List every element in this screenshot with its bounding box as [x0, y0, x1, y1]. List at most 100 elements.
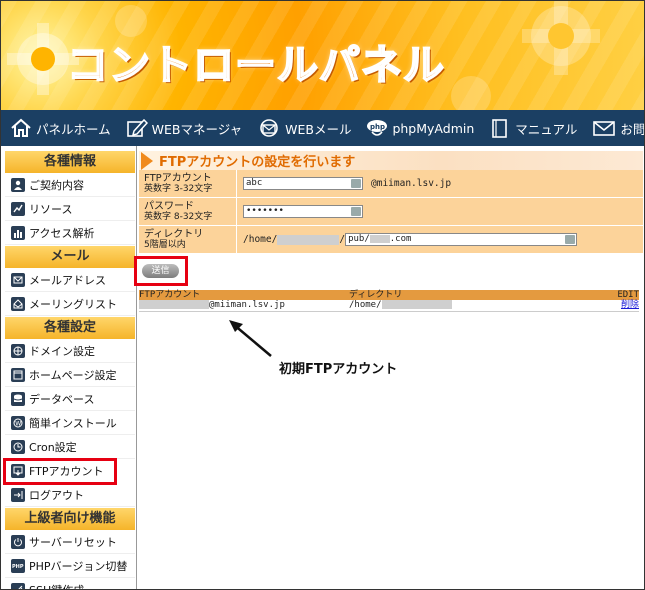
sidebar-item-label: PHPバージョン切替 — [29, 560, 128, 573]
row-account-suffix: @miiman.lsv.jp — [209, 300, 285, 310]
nav-contact[interactable]: お問い合わせ — [583, 110, 645, 146]
password-input[interactable]: ••••••• — [243, 205, 363, 218]
account-domain: @miiman.lsv.jp — [371, 178, 452, 189]
keyboard-icon — [565, 235, 576, 244]
nav-web-mail[interactable]: WEBメール — [248, 110, 357, 146]
sidebar-item-label: ホームページ設定 — [29, 369, 117, 382]
sidebar: 各種情報 ご契約内容 リソース アクセス解析 メール メールアドレス メーリング… — [3, 151, 135, 589]
sidebar-item-label: Cron設定 — [29, 441, 77, 454]
sidebar-item-server-reset[interactable]: サーバーリセット — [5, 531, 135, 554]
sidebar-item-label: FTPアカウント — [29, 465, 104, 478]
sidebar-item-resources[interactable]: リソース — [5, 198, 135, 221]
power-icon — [11, 535, 25, 549]
sidebar-item-label: 簡単インストール — [29, 417, 117, 430]
row-dir-prefix: /home/ — [349, 300, 382, 310]
php-icon: PHP — [11, 559, 25, 573]
redacted-username — [277, 234, 340, 245]
dir-hint: 5階層以内 — [144, 239, 186, 250]
key-icon — [11, 583, 25, 589]
sidebar-item-domain-settings[interactable]: ドメイン設定 — [5, 340, 135, 363]
nav-label: WEBメール — [285, 121, 352, 137]
clock-icon — [11, 440, 25, 454]
sidebar-item-label: リソース — [29, 203, 73, 216]
globe-icon — [11, 344, 25, 358]
logout-icon — [11, 488, 25, 502]
sidebar-item-label: サーバーリセット — [29, 536, 117, 549]
section-arrow-icon — [141, 151, 153, 170]
redacted-domain — [369, 234, 390, 243]
home-icon — [11, 118, 31, 137]
form-row-password: パスワード 英数字 8-32文字 ••••••• — [139, 198, 643, 226]
sidebar-item-mailing-list[interactable]: メーリングリスト — [5, 293, 135, 316]
header-account: FTPアカウント — [139, 290, 201, 300]
password-label: パスワード — [144, 200, 194, 212]
main-content: FTPアカウントの設定を行います FTPアカウント 英数字 3-32文字 abc … — [134, 151, 643, 312]
delete-link[interactable]: 削除 — [621, 300, 639, 310]
header-edit: EDIT — [617, 290, 639, 300]
nav-label: マニュアル — [515, 121, 578, 137]
dir-label: ディレクトリ — [144, 228, 204, 240]
sidebar-item-database[interactable]: データベース — [5, 388, 135, 411]
sidebar-item-contract[interactable]: ご契約内容 — [5, 174, 135, 197]
submit-highlight: 送信 — [134, 256, 188, 286]
nav-manual[interactable]: マニュアル — [480, 110, 583, 146]
sidebar-item-label: メーリングリスト — [29, 298, 117, 311]
keyboard-icon — [351, 207, 361, 216]
globe-mail-icon — [260, 119, 278, 137]
nav-label: パネルホーム — [36, 121, 111, 137]
sidebar-item-label: データベース — [29, 393, 95, 406]
database-icon — [11, 392, 25, 406]
envelope-icon — [11, 273, 25, 287]
banner: コントロールパネル — [1, 1, 644, 110]
sidebar-item-php-version[interactable]: PHP PHPバージョン切替 — [5, 555, 135, 578]
sidebar-item-ftp-account[interactable]: FTPアカウント — [3, 458, 117, 485]
sidebar-heading-info: 各種情報 — [5, 151, 135, 173]
sidebar-item-access-analysis[interactable]: アクセス解析 — [5, 222, 135, 245]
table-row: @miiman.lsv.jp /home/ 削除 — [139, 300, 639, 312]
bar-chart-icon — [11, 226, 25, 240]
nav-label: phpMyAdmin — [392, 120, 475, 136]
wordpress-icon: W — [11, 416, 25, 430]
sidebar-item-label: アクセス解析 — [29, 227, 95, 240]
nav-label: お問い合わせ — [620, 121, 645, 137]
sidebar-heading-mail: メール — [5, 246, 135, 268]
ftp-icon — [11, 464, 25, 478]
sidebar-item-mail-address[interactable]: メールアドレス — [5, 269, 135, 292]
svg-text:PHP: PHP — [12, 564, 24, 570]
nav-label: WEBマネージャ — [151, 121, 243, 137]
sidebar-item-label: ご契約内容 — [29, 179, 84, 192]
submit-button[interactable]: 送信 — [142, 264, 179, 278]
sidebar-item-label: ドメイン設定 — [29, 345, 95, 358]
form-row-account: FTPアカウント 英数字 3-32文字 abc @miiman.lsv.jp — [139, 170, 643, 198]
ftp-account-input[interactable]: abc — [243, 177, 363, 190]
sidebar-item-label: ログアウト — [29, 489, 84, 502]
php-icon: php — [367, 120, 388, 136]
sidebar-item-logout[interactable]: ログアウト — [5, 484, 135, 507]
annotation-label: 初期FTPアカウント — [279, 362, 398, 377]
redacted-account — [139, 300, 209, 309]
banner-title: コントロールパネル — [66, 40, 445, 90]
user-icon — [11, 178, 25, 192]
sidebar-item-easy-install[interactable]: W 簡単インストール — [5, 412, 135, 435]
password-hint: 英数字 8-32文字 — [144, 211, 213, 222]
sidebar-item-homepage-settings[interactable]: ホームページ設定 — [5, 364, 135, 387]
sidebar-heading-advanced: 上級者向け機能 — [5, 508, 135, 530]
nav-panel-home[interactable]: パネルホーム — [1, 110, 117, 146]
sidebar-item-cron-settings[interactable]: Cron設定 — [5, 436, 135, 459]
dir-prefix: /home/ — [243, 234, 278, 245]
sidebar-item-ssh-key[interactable]: SSH鍵作成 — [5, 579, 135, 589]
header-directory: ディレクトリ — [349, 290, 403, 300]
book-icon — [492, 119, 508, 138]
annotation-arrow-icon — [229, 320, 272, 357]
redacted-dir — [381, 300, 452, 309]
ftp-account-table: FTPアカウント ディレクトリ EDIT @miiman.lsv.jp /hom… — [139, 290, 639, 312]
nav-phpmyadmin[interactable]: php phpMyAdmin — [357, 110, 480, 146]
nav-web-manager[interactable]: WEBマネージャ — [117, 110, 248, 146]
directory-input[interactable]: pub/.com — [345, 233, 578, 246]
edit-icon — [126, 118, 148, 137]
mailing-list-icon — [11, 297, 25, 311]
envelope-icon — [593, 121, 616, 136]
keyboard-icon — [351, 179, 361, 188]
section-title-text: FTPアカウントの設定を行います — [159, 155, 356, 170]
line-chart-icon — [11, 202, 25, 216]
